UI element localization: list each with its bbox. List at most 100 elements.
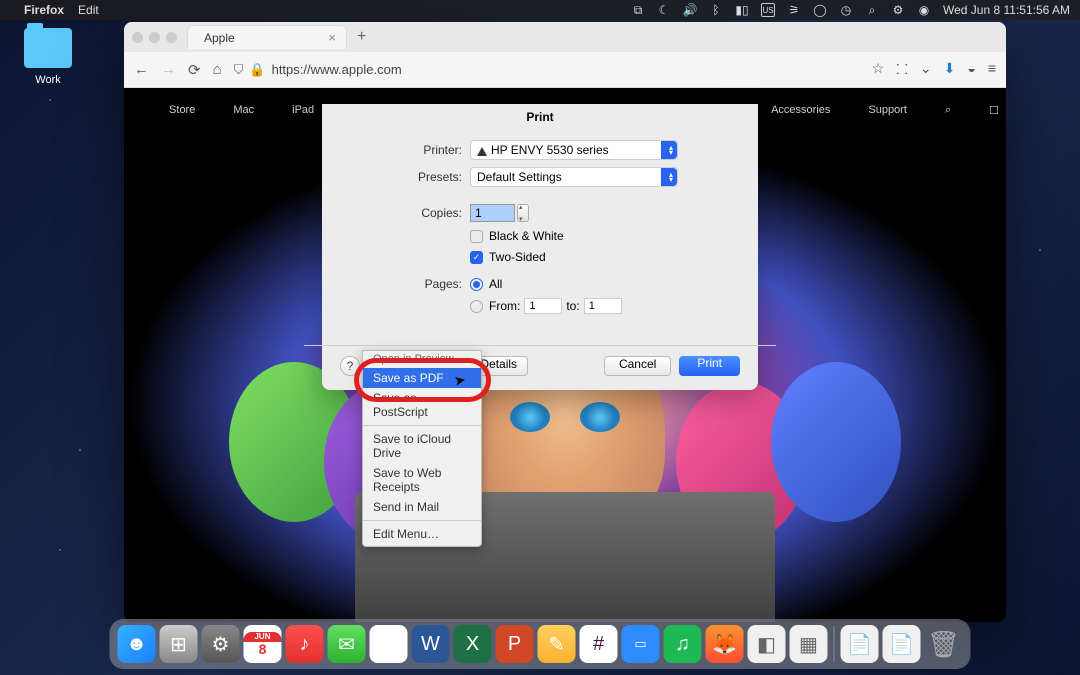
nav-mac[interactable]: Mac [233,104,254,116]
window-minimize-button[interactable] [149,32,160,43]
tab-bar: Apple × + [124,22,1006,52]
print-button[interactable]: Print [679,356,740,376]
do-not-disturb-icon[interactable]: ☾ [657,3,671,17]
print-dialog: Print Printer: HP ENVY 5530 series ▴▾ Pr… [322,104,758,390]
dock-trash[interactable]: 🗑 [925,625,963,663]
downloads-icon[interactable]: ⬇ [944,60,956,79]
dock-settings[interactable]: ⚙ [202,625,240,663]
dock-messages[interactable]: ✉ [328,625,366,663]
dock-firefox[interactable]: 🦊 [706,625,744,663]
twosided-label: Two-Sided [489,250,546,264]
dock-chrome[interactable]: ◉ [370,625,408,663]
menu-edit[interactable]: Edit Menu… [363,524,481,544]
dialog-title: Print [322,104,758,130]
dock-launchpad[interactable]: ⊞ [160,625,198,663]
volume-icon[interactable]: 🔊 [683,3,697,17]
copies-input[interactable] [470,204,515,222]
tab-close-icon[interactable]: × [328,30,336,45]
menu-save-web[interactable]: Save to Web Receipts [363,463,481,497]
dock-spotify[interactable]: ♫ [664,625,702,663]
tab-title: Apple [204,31,235,45]
nav-support[interactable]: Support [868,104,907,116]
hero-head-blue [771,362,901,522]
nav-ipad[interactable]: iPad [292,104,314,116]
to-label: to: [566,299,579,313]
nav-accessories[interactable]: Accessories [771,104,830,116]
window-close-button[interactable] [132,32,143,43]
control-center-icon[interactable]: ⚙ [891,3,905,17]
forward-button[interactable]: → [161,61,176,78]
bag-icon[interactable]: ☐ [989,104,999,117]
bw-label: Black & White [489,229,564,243]
nav-store[interactable]: Store [169,104,195,116]
dock-finder[interactable]: ☻ [118,625,156,663]
pages-all-radio[interactable] [470,278,483,291]
active-app-name[interactable]: Firefox [24,3,64,17]
copies-stepper[interactable] [517,204,529,222]
extensions-icon[interactable]: ⸬ [896,60,908,79]
new-tab-button[interactable]: + [357,28,366,46]
menu-save-icloud[interactable]: Save to iCloud Drive [363,429,481,463]
battery-icon[interactable]: ▮▯ [735,3,749,17]
dock-slack[interactable]: # [580,625,618,663]
pages-all-label: All [489,277,502,291]
browser-toolbar: ← → ⟳ ⌂ ⛉ 🔒 https://www.apple.com ☆ ⸬ ⌄ … [124,52,1006,88]
dock-word[interactable]: W [412,625,450,663]
window-maximize-button[interactable] [166,32,177,43]
menu-send-mail[interactable]: Send in Mail [363,497,481,517]
dock: ☻ ⊞ ⚙ JUN8 ♪ ✉ ◉ W X P ✎ # ▭ ♫ 🦊 ◧ ▦ 📄 📄… [110,619,971,669]
bookmark-star-icon[interactable]: ☆ [872,60,885,79]
wifi-icon[interactable]: ⚞ [787,3,801,17]
siri-icon[interactable]: ◉ [917,3,931,17]
dock-excel[interactable]: X [454,625,492,663]
presets-value: Default Settings [477,170,562,184]
dropbox-icon[interactable]: ⧉ [631,3,645,17]
dock-file-1[interactable]: 📄 [841,625,879,663]
menubar-datetime[interactable]: Wed Jun 8 11:51:56 AM [943,3,1070,17]
back-button[interactable]: ← [134,61,149,78]
dock-separator [834,626,835,662]
twosided-checkbox[interactable]: ✓ [470,251,483,264]
account-icon[interactable]: ◒ [967,60,975,79]
dock-app-1[interactable]: ◧ [748,625,786,663]
desktop-folder-work[interactable]: Work [18,28,78,86]
from-input[interactable] [524,298,562,314]
presets-select[interactable]: Default Settings ▴▾ [470,167,678,187]
browser-tab-apple[interactable]: Apple × [187,25,347,49]
dock-music[interactable]: ♪ [286,625,324,663]
folder-label: Work [18,74,78,86]
dock-powerpoint[interactable]: P [496,625,534,663]
menu-icon[interactable]: ≡ [988,60,996,79]
user-icon[interactable]: ◯ [813,3,827,17]
dock-zoom[interactable]: ▭ [622,625,660,663]
menu-edit[interactable]: Edit [78,3,99,17]
folder-icon [24,28,72,68]
pocket-icon[interactable]: ⌄ [920,60,932,79]
shield-icon[interactable]: ⛉ [234,62,244,78]
bluetooth-icon[interactable]: ᛒ [709,3,723,17]
help-button[interactable]: ? [340,356,360,376]
dock-app-2[interactable]: ▦ [790,625,828,663]
search-icon[interactable]: ⌕ [945,104,951,117]
lock-icon[interactable]: 🔒 [249,62,265,78]
dock-file-2[interactable]: 📄 [883,625,921,663]
input-source-icon[interactable]: US [761,3,775,17]
menu-save-postscript[interactable]: Save as PostScript [363,388,481,422]
home-button[interactable]: ⌂ [213,61,222,78]
url-bar[interactable]: ⛉ 🔒 https://www.apple.com [234,62,860,78]
dock-calendar[interactable]: JUN8 [244,625,282,663]
pages-range-radio[interactable] [470,300,483,313]
cancel-button[interactable]: Cancel [604,356,671,376]
reload-button[interactable]: ⟳ [188,61,201,79]
cursor-icon: ➤ [453,371,468,390]
spotlight-icon[interactable]: ⌕ [865,3,879,17]
warning-icon [477,147,487,156]
clock-icon[interactable]: ◷ [839,3,853,17]
bw-checkbox[interactable] [470,230,483,243]
printer-label: Printer: [340,143,470,157]
menu-open-preview[interactable]: Open in Preview [363,353,481,368]
printer-select[interactable]: HP ENVY 5530 series ▴▾ [470,140,678,160]
url-text: https://www.apple.com [272,62,402,77]
to-input[interactable] [584,298,622,314]
dock-notes[interactable]: ✎ [538,625,576,663]
